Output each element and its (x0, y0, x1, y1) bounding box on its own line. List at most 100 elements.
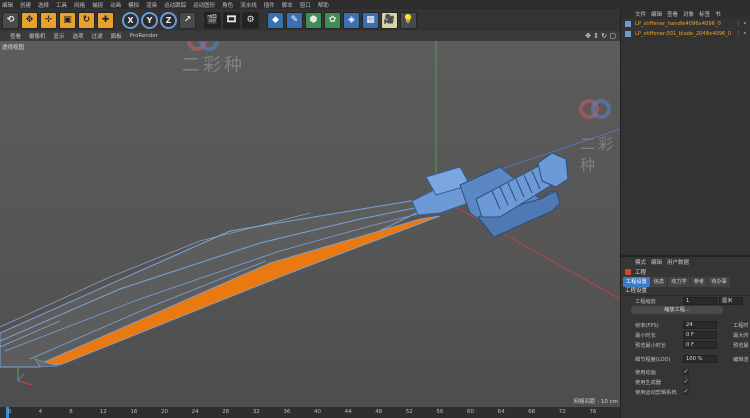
object-manager-menu-item[interactable]: 标签 (699, 10, 710, 18)
menu-item[interactable]: 渲染 (146, 1, 157, 9)
menu-item[interactable]: 插件 (264, 1, 275, 9)
preview-min-input[interactable]: 0 F (683, 341, 717, 349)
menu-item[interactable]: 模拟 (128, 1, 139, 9)
menu-item[interactable]: 捕捉 (92, 1, 103, 9)
select-tool-icon[interactable]: ✥ (21, 11, 38, 29)
timeline-ruler[interactable]: 0 4 8 12 16 20 24 28 32 36 40 44 48 52 56 60 64 68 72 76 (0, 407, 620, 418)
pen-spline-icon[interactable]: ✎ (286, 11, 303, 29)
lod-label: 细节程度(LOD) (635, 357, 671, 363)
object-name[interactable]: LP_stiffener_handle4096x4096_0 (635, 21, 721, 27)
object-manager-menu-item[interactable]: 编辑 (651, 10, 662, 18)
render-picture-viewer-icon[interactable]: 🎞 (223, 11, 240, 29)
menu-item[interactable]: 窗口 (300, 1, 311, 9)
attributes-tab[interactable]: 信息 (650, 277, 668, 287)
camera-icon[interactable]: 🎥 (381, 11, 398, 29)
menu-item[interactable]: 流水线 (240, 1, 257, 9)
axis-x-button[interactable]: X (122, 11, 139, 29)
preview-max-label: 预览最 (733, 343, 749, 349)
sword-model (0, 41, 620, 386)
deformer-icon[interactable]: ◈ (343, 11, 360, 29)
scale-input[interactable]: 1 (683, 297, 717, 305)
timeline-tick: 60 (467, 409, 474, 415)
attributes-tab[interactable]: 待办事 (708, 277, 730, 287)
polygon-object-icon (625, 21, 631, 27)
perspective-viewport[interactable]: 透视视图 二彩种 二彩种 网格间距: 10 cm (0, 41, 620, 407)
menu-item[interactable]: 选择 (38, 1, 49, 9)
main-menubar: 编辑 创建 选择 工具 网格 捕捉 动画 模拟 渲染 运动跟踪 运动图形 角色 流水线 插件 脚本 窗口 帮助 (0, 0, 750, 9)
menu-item[interactable]: 运动跟踪 (164, 1, 186, 9)
object-tags-icon[interactable]: ⋮ ⚬ (736, 21, 750, 27)
attributes-title: 工程 (621, 267, 750, 277)
viewport-menu-item[interactable]: ProRender (130, 33, 158, 39)
viewport-menu-item[interactable]: 摄像机 (29, 32, 46, 40)
cube-icon[interactable]: ◆ (267, 11, 284, 29)
object-manager-menu-item[interactable]: 书 (715, 10, 721, 18)
cloner-icon[interactable]: ✿ (324, 11, 341, 29)
polygon-object-icon (625, 31, 631, 37)
object-manager-menu-item[interactable]: 对象 (683, 10, 694, 18)
attributes-tab[interactable]: 动力学 (668, 277, 690, 287)
viewport-menu: 查看 摄像机 显示 选项 过滤 面板 ProRender ✥ ⇕ ↻ ▢ (0, 31, 620, 41)
menu-item[interactable]: 运动图形 (193, 1, 215, 9)
menu-item[interactable]: 编辑 (2, 1, 13, 9)
timeline-tick: 76 (589, 409, 597, 415)
object-manager-menu-item[interactable]: 文件 (635, 10, 646, 18)
object-name[interactable]: LP_stiffener.001_blade_2048x4096_0 (635, 31, 731, 37)
use-gen-checkbox[interactable]: ✓ (683, 379, 689, 385)
viewport-menu-item[interactable]: 面板 (111, 32, 122, 40)
menu-item[interactable]: 帮助 (318, 1, 329, 9)
fps-input[interactable]: 24 (683, 321, 717, 329)
viewport-nav-icons[interactable]: ✥ ⇕ ↻ ▢ (585, 32, 616, 40)
render-settings-icon[interactable]: ⚙ (242, 11, 259, 29)
attributes-menu-item[interactable]: 模式 (635, 258, 646, 266)
min-time-input[interactable]: 0 F (683, 331, 717, 339)
light-icon[interactable]: 💡 (400, 11, 417, 29)
undo-icon[interactable]: ⟲ (2, 11, 19, 29)
menu-item[interactable]: 动画 (110, 1, 121, 9)
timeline-tick: 28 (222, 409, 230, 415)
menu-item[interactable]: 脚本 (282, 1, 293, 9)
scale-tool-icon[interactable]: ▣ (59, 11, 76, 29)
menu-item[interactable]: 创建 (20, 1, 31, 9)
timeline-tick: 20 (161, 409, 168, 415)
attributes-menu-item[interactable]: 编辑 (651, 258, 662, 266)
menu-item[interactable]: 工具 (56, 1, 67, 9)
viewport-menu-item[interactable]: 查看 (10, 32, 21, 40)
timeline-tick: 12 (99, 409, 107, 415)
lod-input[interactable]: 100 % (683, 355, 717, 363)
last-tool-icon[interactable]: ✚ (97, 11, 114, 29)
object-item-blade[interactable]: LP_stiffener.001_blade_2048x4096_0 ⋮ ⚬ (621, 29, 750, 39)
attributes-tab[interactable]: 工程设置 (623, 277, 650, 287)
axis-gizmo (17, 366, 33, 386)
axis-y-button[interactable]: Y (141, 11, 158, 29)
timeline-tick: 48 (375, 409, 383, 415)
project-time-label: 工程时 (733, 323, 749, 329)
timeline-tick: 36 (283, 409, 291, 415)
attributes-menu-item[interactable]: 用户数据 (667, 258, 689, 266)
rotate-tool-icon[interactable]: ↻ (78, 11, 95, 29)
object-manager-menu-item[interactable]: 查看 (667, 10, 678, 18)
scale-project-button[interactable]: 缩放工程... (631, 306, 723, 314)
coordinate-system-icon[interactable]: ↗ (179, 11, 196, 29)
axis-z-button[interactable]: Z (160, 11, 177, 29)
min-time-label: 最小时长 (635, 333, 656, 339)
object-tags-icon[interactable]: ⋮ ⚬ (736, 31, 750, 37)
attributes-tab[interactable]: 参考 (690, 277, 708, 287)
use-anim-checkbox[interactable]: ✓ (683, 369, 689, 375)
fps-label: 帧率(FPS) (635, 323, 659, 329)
subdivision-icon[interactable]: ⬢ (305, 11, 322, 29)
render-view-icon[interactable]: 🎬 (204, 11, 221, 29)
scale-unit-select[interactable]: 厘米 (719, 297, 743, 305)
viewport-menu-item[interactable]: 过滤 (92, 32, 103, 40)
menu-item[interactable]: 网格 (74, 1, 85, 9)
use-motion-checkbox[interactable]: ✓ (683, 389, 689, 395)
lod-row: 细节程度(LOD) 100 % 编辑渲 (621, 354, 750, 364)
preview-min-label: 预览最小时长 (635, 343, 667, 349)
fps-row: 帧率(FPS) 24 工程时 (621, 320, 750, 330)
object-item-handle[interactable]: LP_stiffener_handle4096x4096_0 ⋮ ⚬ (621, 19, 750, 29)
viewport-menu-item[interactable]: 显示 (54, 32, 65, 40)
move-tool-icon[interactable]: ✛ (40, 11, 57, 29)
menu-item[interactable]: 角色 (222, 1, 233, 9)
floor-icon[interactable]: ▦ (362, 11, 379, 29)
viewport-menu-item[interactable]: 选项 (73, 32, 84, 40)
